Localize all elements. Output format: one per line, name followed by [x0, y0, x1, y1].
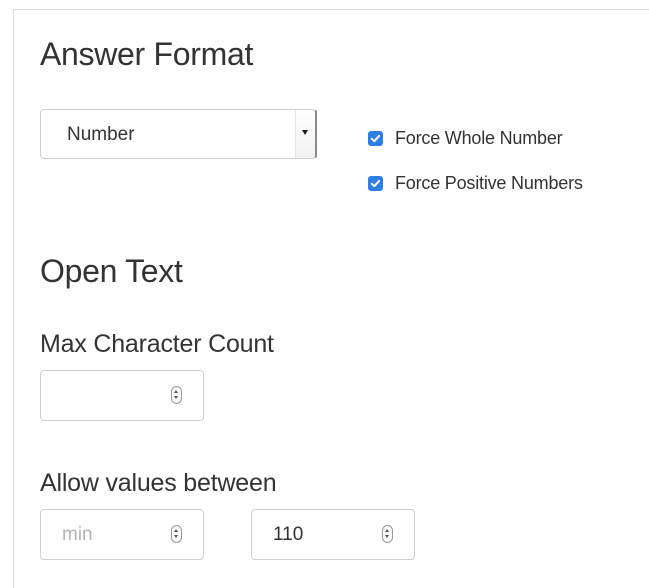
spinner-down-icon[interactable]	[174, 396, 178, 399]
force-positive-numbers-label: Force Positive Numbers	[395, 173, 583, 193]
select-arrow-box[interactable]	[295, 110, 315, 158]
min-value-input[interactable]: min	[40, 509, 204, 560]
checkmark-icon	[370, 179, 381, 188]
settings-panel	[13, 9, 649, 588]
select-edge-shadow	[315, 110, 317, 158]
max-character-count-input[interactable]	[40, 370, 204, 421]
answer-format-select[interactable]: Number	[40, 109, 317, 159]
chevron-down-icon	[302, 130, 308, 135]
answer-format-heading: Answer Format	[40, 36, 254, 72]
max-value-input[interactable]: 110	[251, 509, 415, 560]
spinner-up-icon[interactable]	[174, 529, 178, 532]
answer-format-select-value: Number	[67, 124, 135, 145]
force-positive-numbers-checkbox[interactable]	[368, 176, 383, 191]
allow-values-between-label: Allow values between	[40, 469, 277, 497]
spinner-down-icon[interactable]	[385, 535, 389, 538]
force-whole-number-label: Force Whole Number	[395, 128, 563, 148]
checkmark-icon	[370, 134, 381, 143]
max-value-value: 110	[273, 524, 304, 545]
force-whole-number-checkbox[interactable]	[368, 131, 383, 146]
force-positive-numbers-option[interactable]: Force Positive Numbers	[368, 173, 583, 194]
spinner-up-icon[interactable]	[385, 529, 389, 532]
number-spinner-icon[interactable]	[382, 525, 393, 543]
number-spinner-icon[interactable]	[171, 386, 182, 404]
min-value-placeholder: min	[62, 524, 93, 545]
max-character-count-label: Max Character Count	[40, 330, 274, 358]
open-text-heading: Open Text	[40, 253, 183, 289]
force-whole-number-option[interactable]: Force Whole Number	[368, 128, 563, 149]
number-spinner-icon[interactable]	[171, 525, 182, 543]
spinner-up-icon[interactable]	[174, 390, 178, 393]
spinner-down-icon[interactable]	[174, 535, 178, 538]
